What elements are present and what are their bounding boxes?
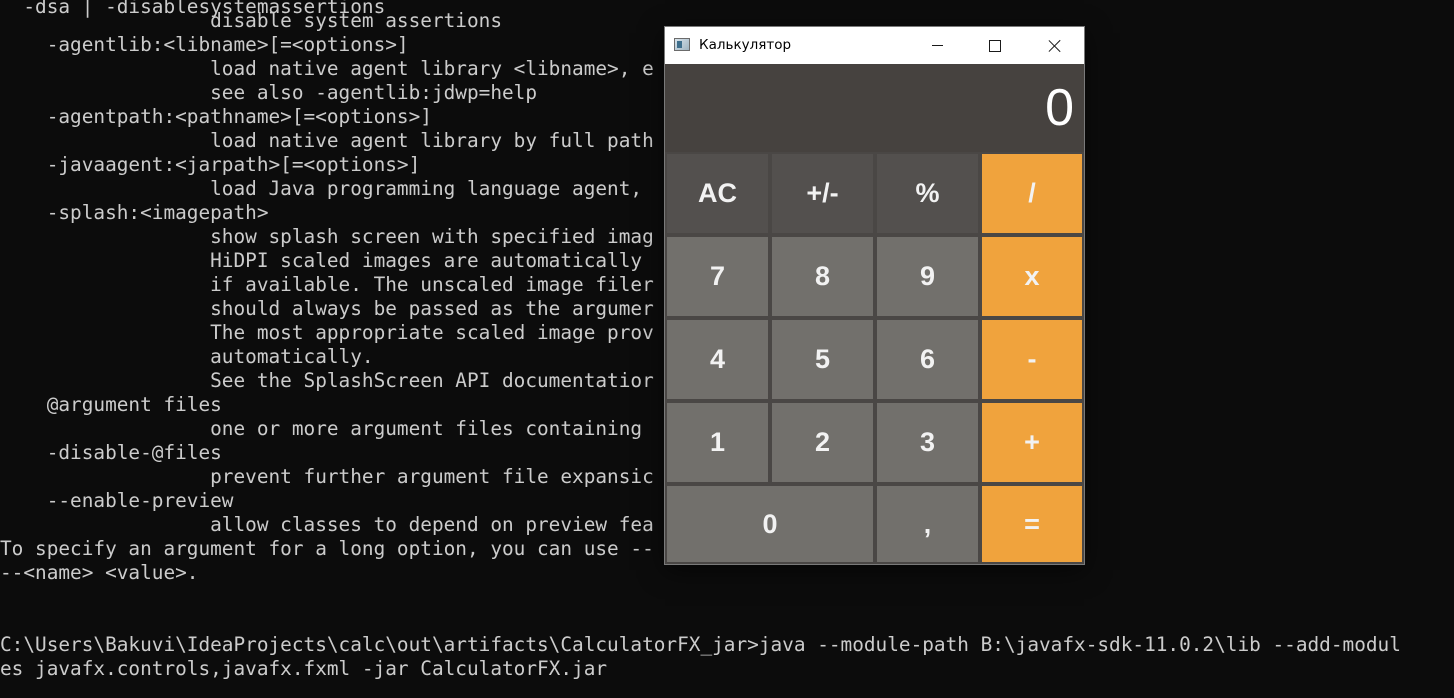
digit-2-button[interactable]: 2: [770, 401, 875, 484]
terminal-line: show splash screen with specified imag: [0, 225, 654, 248]
digit-1-button[interactable]: 1: [665, 401, 770, 484]
terminal-line: load native agent library by full path: [0, 129, 654, 152]
calculator-app-icon: [674, 38, 690, 51]
terminal-line: -splash:<imagepath>: [0, 201, 269, 224]
minus-button[interactable]: -: [980, 318, 1084, 401]
divide-button[interactable]: /: [980, 152, 1084, 235]
percent-button[interactable]: %: [875, 152, 980, 235]
terminal-line: allow classes to depend on preview fea: [0, 513, 654, 536]
display-value: 0: [1045, 79, 1074, 137]
terminal-line: --<name> <value>.: [0, 561, 199, 584]
plus-button[interactable]: +: [980, 401, 1084, 484]
comma-button[interactable]: ,: [875, 484, 980, 564]
terminal-line: if available. The unscaled image filer: [0, 273, 654, 296]
terminal-line: To specify an argument for a long option…: [0, 537, 654, 560]
digit-4-button[interactable]: 4: [665, 318, 770, 401]
clear-button[interactable]: AC: [665, 152, 770, 235]
digit-0-button[interactable]: 0: [665, 484, 875, 564]
terminal-line: should always be passed as the argumer: [0, 297, 654, 320]
window-title: Калькулятор: [699, 37, 792, 53]
digit-5-button[interactable]: 5: [770, 318, 875, 401]
minimize-button[interactable]: [908, 27, 966, 64]
digit-6-button[interactable]: 6: [875, 318, 980, 401]
digit-7-button[interactable]: 7: [665, 235, 770, 318]
terminal-line: one or more argument files containing: [0, 417, 643, 440]
terminal-line: The most appropriate scaled image prov: [0, 321, 654, 344]
terminal-command-line: C:\Users\Bakuvi\IdeaProjects\calc\out\ar…: [0, 633, 1401, 656]
terminal-line: prevent further argument file expansic: [0, 465, 654, 488]
terminal-line: -agentlib:<libname>[=<options>]: [0, 33, 409, 56]
calculator-window: Калькулятор 0 AC +/- % / 7 8 9 x 4 5 6 -…: [665, 27, 1084, 564]
terminal-line: see also -agentlib:jdwp=help: [0, 81, 538, 104]
terminal-line: -javaagent:<jarpath>[=<options>]: [0, 153, 421, 176]
maximize-icon: [989, 39, 1001, 52]
terminal-line: @argument files: [0, 393, 222, 416]
calculator-keypad: AC +/- % / 7 8 9 x 4 5 6 - 1 2 3 + 0 , =: [665, 152, 1084, 564]
sign-toggle-button[interactable]: +/-: [770, 152, 875, 235]
terminal-command-line: es javafx.controls,javafx.fxml -jar Calc…: [0, 657, 608, 680]
multiply-button[interactable]: x: [980, 235, 1084, 318]
terminal-line: automatically.: [0, 345, 374, 368]
terminal-line: -agentpath:<pathname>[=<options>]: [0, 105, 432, 128]
close-button[interactable]: [1026, 27, 1084, 64]
window-titlebar[interactable]: Калькулятор: [665, 27, 1084, 64]
digit-3-button[interactable]: 3: [875, 401, 980, 484]
terminal-line: load Java programming language agent,: [0, 177, 643, 200]
equals-button[interactable]: =: [980, 484, 1084, 564]
maximize-button[interactable]: [966, 27, 1024, 64]
digit-9-button[interactable]: 9: [875, 235, 980, 318]
digit-8-button[interactable]: 8: [770, 235, 875, 318]
terminal-line: HiDPI scaled images are automatically: [0, 249, 643, 272]
minimize-icon: [931, 45, 943, 46]
close-icon: [1048, 39, 1062, 53]
terminal-line: load native agent library <libname>, e: [0, 57, 654, 80]
terminal-line: disable system assertions: [0, 9, 502, 32]
terminal-line: See the SplashScreen API documentatior: [0, 369, 654, 392]
terminal-line: --enable-preview: [0, 489, 234, 512]
terminal-line: -disable-@files: [0, 441, 222, 464]
